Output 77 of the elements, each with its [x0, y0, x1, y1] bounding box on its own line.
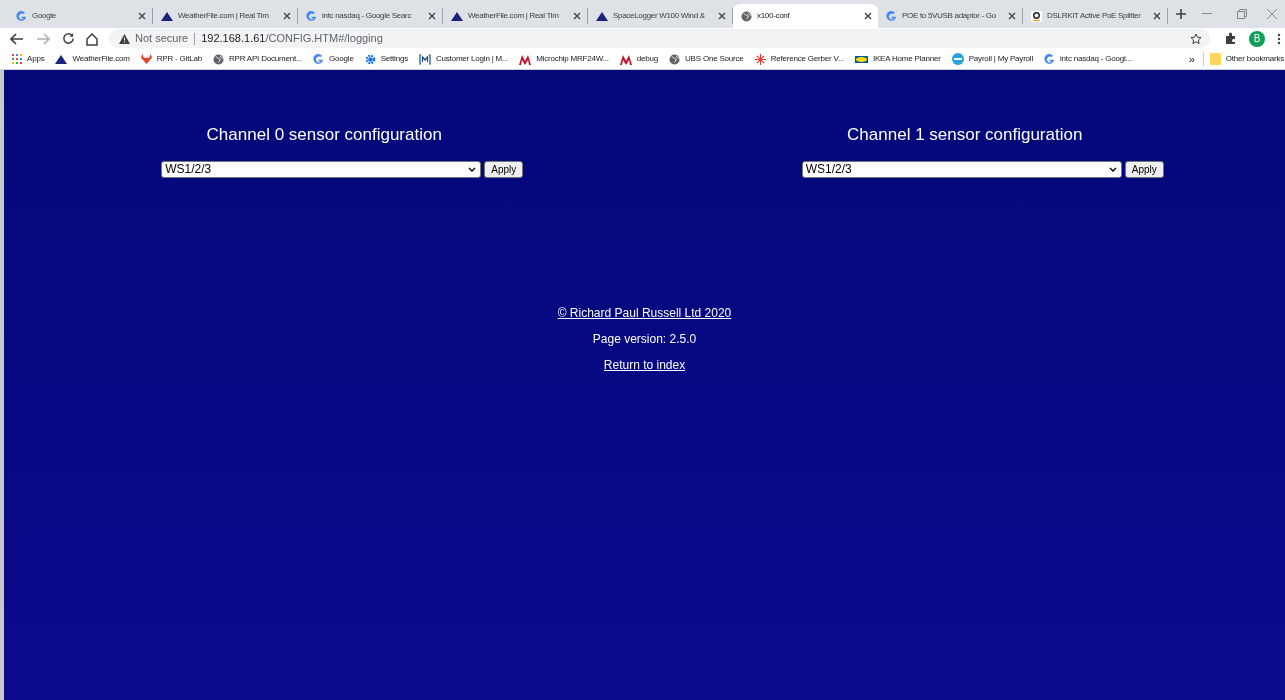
bookmark-item[interactable]: Payroll | My Payroll [951, 53, 1034, 65]
amazon-icon [1031, 10, 1042, 22]
fox-head-icon [140, 54, 152, 64]
bookmark-item[interactable]: Google [313, 53, 354, 65]
dropdown-caret-icon [468, 166, 477, 172]
browser-tab[interactable]: WeatherFile.com | Real Tim [443, 8, 588, 24]
close-icon[interactable] [138, 12, 146, 20]
starburst-icon [754, 53, 766, 65]
browser-tab[interactable]: POE to 5VUSB adaptor - Go [878, 8, 1023, 24]
browser-tab[interactable]: x100-conf [733, 4, 878, 28]
mountain-icon [596, 11, 608, 21]
bookmark-item[interactable]: RPR API Document... [212, 53, 303, 65]
browser-tab[interactable]: Google [8, 8, 153, 24]
url-text: 192.168.1.61/CONFIG.HTM#/logging [201, 31, 383, 47]
bookmarks-overflow-button[interactable]: » [1188, 50, 1195, 68]
profile-avatar[interactable]: B [1249, 30, 1265, 47]
security-label: Not secure [135, 31, 189, 47]
new-tab-icon[interactable] [1174, 8, 1187, 20]
mountain-icon [451, 11, 463, 21]
browser-tab[interactable]: WeatherFile.com | Real Tim [153, 8, 298, 24]
globe-icon [741, 10, 752, 22]
wing-logo-icon [519, 53, 532, 65]
bookmark-item[interactable]: Microchip MRF24W... [519, 53, 609, 65]
bookmark-item[interactable]: Customer Login | M... [419, 53, 509, 65]
channel-heading: Channel 0 sensor configuration [206, 124, 442, 146]
google-icon [1044, 53, 1056, 65]
other-bookmarks-item[interactable]: Other bookmarks [1209, 53, 1285, 65]
home-icon[interactable] [85, 31, 99, 46]
bookmark-item[interactable]: Reference Gerber V... [754, 53, 844, 65]
return-to-index-link[interactable]: Return to index [603, 355, 686, 374]
sensor-select[interactable]: WS1/2/3 [161, 160, 482, 178]
extensions-icon[interactable] [1224, 32, 1237, 45]
google-icon [313, 53, 325, 65]
apps-grid-icon [12, 54, 22, 64]
settings-icon [364, 53, 376, 65]
sensor-select[interactable]: WS1/2/3 [801, 160, 1122, 178]
globe-icon [212, 53, 224, 65]
close-icon[interactable] [1153, 12, 1161, 20]
close-icon[interactable] [573, 12, 581, 20]
bracket-m-icon [419, 53, 431, 65]
apply-button[interactable]: Apply [1124, 160, 1164, 178]
bookmark-item[interactable]: UBS One Source [669, 53, 744, 65]
menu-icon[interactable] [1277, 32, 1281, 45]
address-bar[interactable]: Not secure 192.168.1.61/CONFIG.HTM#/logging [109, 29, 1210, 48]
folder-icon [1209, 53, 1221, 65]
globe-icon [669, 53, 681, 65]
google-icon [16, 10, 27, 22]
bookmark-item[interactable]: WeatherFile.com [55, 53, 130, 65]
star-icon[interactable] [1190, 32, 1202, 45]
google-icon [886, 10, 897, 22]
mountain-icon [161, 11, 173, 21]
google-icon [306, 10, 317, 22]
copyright-link[interactable]: © Richard Paul Russell Ltd 2020 [557, 303, 732, 322]
payroll-logo-icon [951, 53, 964, 65]
close-icon[interactable] [428, 12, 436, 20]
browser-tab[interactable]: intc nasdaq - Google Searc [298, 8, 443, 24]
close-icon[interactable] [283, 12, 291, 20]
browser-tab[interactable]: DSLRKIT Active PoE Splitter [1023, 8, 1168, 24]
bookmark-item[interactable]: IKEA Home Planner [854, 53, 941, 65]
channel-heading: Channel 1 sensor configuration [847, 124, 1083, 146]
wing-logo-icon [619, 53, 632, 65]
bookmark-item[interactable]: Apps [12, 53, 45, 65]
mountain-icon [55, 54, 68, 64]
close-icon[interactable] [1008, 12, 1016, 20]
dropdown-caret-icon [1108, 166, 1117, 172]
reload-icon[interactable] [62, 32, 75, 45]
back-icon[interactable] [10, 31, 24, 46]
bookmark-item[interactable]: Settings [364, 53, 408, 65]
close-icon[interactable] [864, 12, 872, 20]
page-version-text: Page version: 2.5.0 [592, 330, 697, 348]
bookmark-item[interactable]: intc nasdaq - Googl... [1044, 53, 1132, 65]
apply-button[interactable]: Apply [484, 160, 524, 178]
bookmark-item[interactable]: RPR - GitLab [140, 53, 202, 65]
warning-icon[interactable] [119, 33, 130, 44]
close-icon[interactable] [718, 12, 726, 20]
bookmark-item[interactable]: debug [619, 53, 659, 65]
logo-badge-icon [854, 55, 868, 63]
